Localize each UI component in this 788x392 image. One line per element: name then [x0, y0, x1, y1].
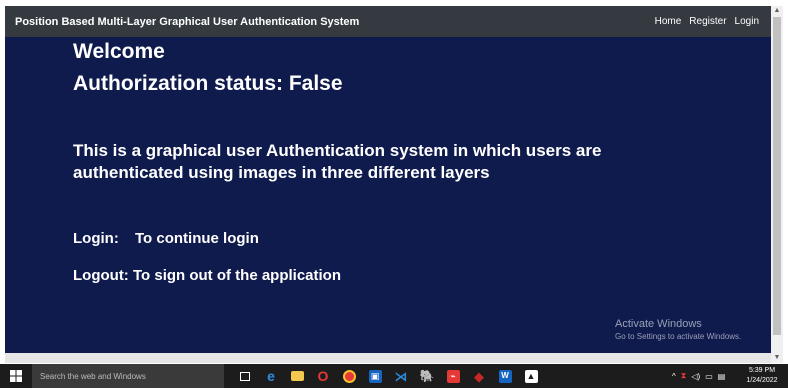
scroll-up-arrow-icon[interactable]: ▲ — [771, 6, 783, 16]
activate-windows-title: Activate Windows — [615, 318, 702, 330]
file-explorer-icon — [290, 371, 304, 381]
battery-icon[interactable]: ▭ — [705, 372, 713, 381]
photos-icon: ▲ — [524, 369, 538, 383]
search-placeholder: Search the web and Windows — [40, 371, 146, 381]
taskbar-app-store[interactable]: ▣ — [362, 364, 388, 388]
taskbar-app-edge[interactable]: e — [258, 364, 284, 388]
start-button[interactable] — [0, 364, 32, 388]
windows-taskbar: Search the web and Windows e O ▣ ⋊ 🐘 ⌁ ◆… — [0, 364, 788, 388]
authorization-status: Authorization status: False — [73, 72, 343, 95]
chrome-icon — [342, 369, 356, 383]
word-icon: W — [498, 369, 512, 383]
edge-icon: e — [267, 368, 275, 384]
system-description: This is a graphical user Authentication … — [73, 141, 602, 182]
app-cube-icon: ◆ — [474, 368, 484, 384]
taskbar-clock[interactable]: 5:39 PM 1/24/2022 — [742, 366, 782, 386]
taskbar-apps: e O ▣ ⋊ 🐘 ⌁ ◆ W ▲ — [232, 364, 544, 388]
navbar: Position Based Multi-Layer Graphical Use… — [5, 6, 771, 37]
login-info: Login: To continue login — [73, 230, 259, 247]
browser-viewport: Position Based Multi-Layer Graphical Use… — [5, 6, 771, 353]
taskbar-app-postgres[interactable]: 🐘 — [414, 364, 440, 388]
nav-link-login[interactable]: Login — [735, 16, 759, 27]
system-tray: ^ ⧗ ◁) ▭ ▤ — [672, 364, 725, 388]
taskbar-app-cube[interactable]: ◆ — [466, 364, 492, 388]
taskbar-app-task-view[interactable] — [232, 364, 258, 388]
taskbar-app-file-explorer[interactable] — [284, 364, 310, 388]
logout-info: Logout: To sign out of the application — [73, 267, 342, 284]
taskbar-app-photos[interactable]: ▲ — [518, 364, 544, 388]
network-icon[interactable]: ⧗ — [681, 371, 687, 381]
chevron-up-icon[interactable]: ^ — [672, 372, 676, 381]
nav-link-register[interactable]: Register — [689, 16, 726, 27]
vscode-icon: ⋊ — [394, 368, 408, 384]
task-view-icon — [240, 371, 250, 381]
scrollbar-thumb[interactable] — [773, 17, 781, 335]
opera-icon: O — [317, 368, 329, 384]
horizontal-scrollbar[interactable] — [5, 353, 771, 363]
activate-windows-subtitle: Go to Settings to activate Windows. — [615, 332, 742, 341]
notification-icon[interactable]: ▤ — [718, 372, 726, 381]
nav-link-home[interactable]: Home — [655, 16, 682, 27]
taskbar-search-box[interactable]: Search the web and Windows — [32, 364, 224, 388]
taskbar-app-chrome[interactable] — [336, 364, 362, 388]
store-icon: ▣ — [368, 369, 382, 383]
nav-links: Home Register Login — [655, 16, 759, 27]
scroll-down-arrow-icon[interactable]: ▼ — [771, 353, 783, 363]
app-red-icon: ⌁ — [446, 369, 460, 383]
taskbar-app-vscode[interactable]: ⋊ — [388, 364, 414, 388]
navbar-brand[interactable]: Position Based Multi-Layer Graphical Use… — [15, 16, 359, 28]
welcome-heading: Welcome — [73, 40, 165, 63]
windows-logo-icon — [10, 370, 22, 382]
taskbar-app-word[interactable]: W — [492, 364, 518, 388]
clock-date: 1/24/2022 — [746, 377, 778, 384]
postgres-icon: 🐘 — [419, 369, 435, 383]
taskbar-app-red[interactable]: ⌁ — [440, 364, 466, 388]
activate-windows-watermark: Activate Windows Go to Settings to activ… — [615, 318, 741, 341]
login-description: To continue login — [135, 230, 259, 247]
vertical-scrollbar[interactable]: ▲ ▼ — [771, 6, 783, 363]
volume-icon[interactable]: ◁) — [691, 372, 700, 381]
taskbar-app-opera[interactable]: O — [310, 364, 336, 388]
clock-time: 5:39 PM — [748, 367, 776, 374]
login-term: Login: — [73, 230, 119, 247]
